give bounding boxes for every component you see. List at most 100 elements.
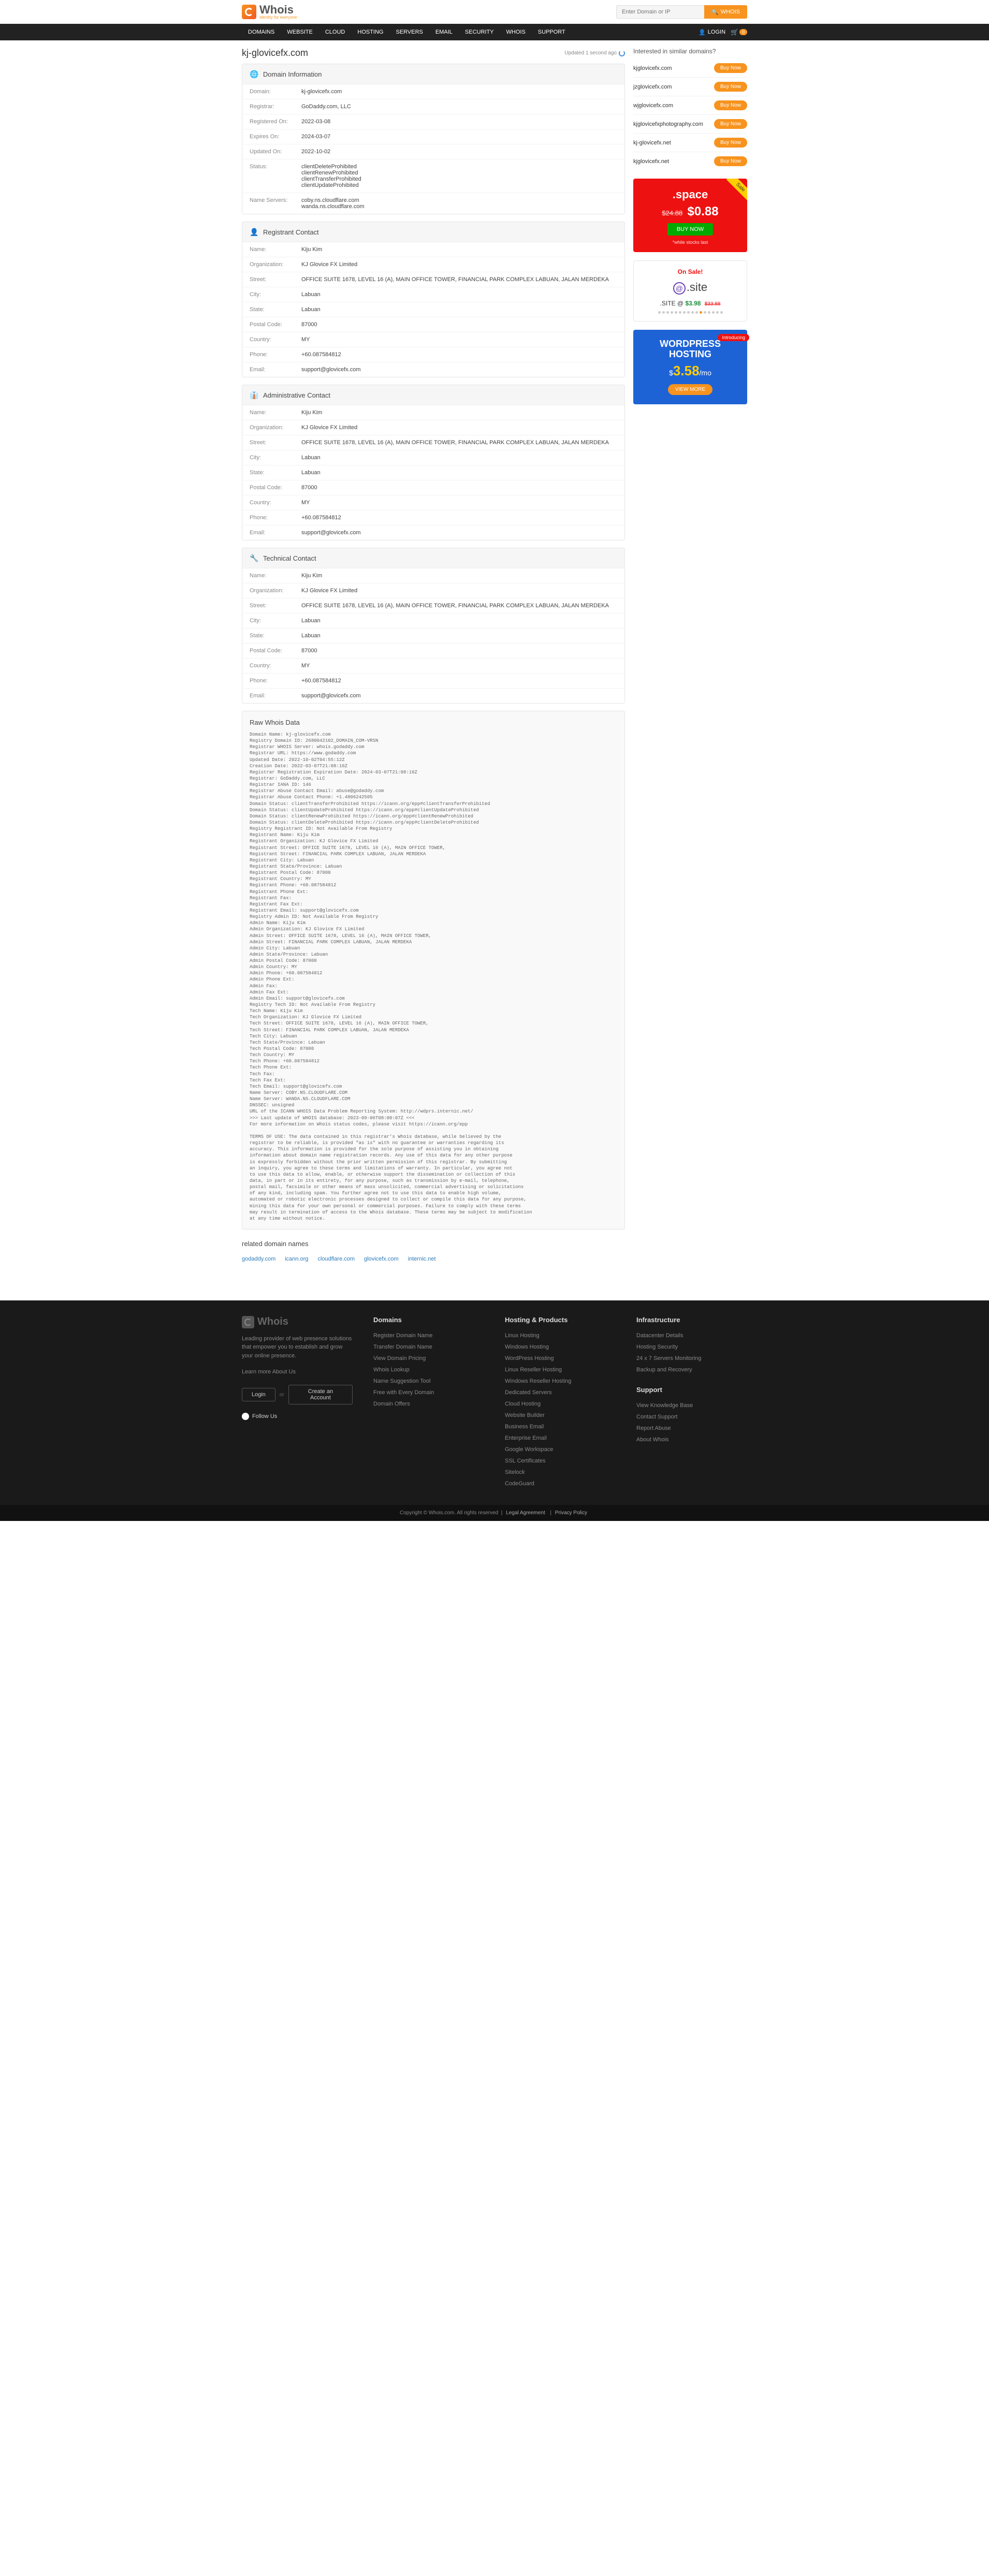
footer-link[interactable]: SSL Certificates: [505, 1455, 616, 1467]
footer-link[interactable]: About Whois: [636, 1434, 747, 1445]
updated-text: Updated 1 second ago: [564, 50, 617, 56]
footer-link[interactable]: Website Builder: [505, 1410, 616, 1421]
contact-panel: 👤Registrant ContactName:Kiju KimOrganiza…: [242, 222, 625, 377]
footer-link[interactable]: Hosting Security: [636, 1341, 747, 1353]
buy-now-button[interactable]: Buy Now: [714, 119, 747, 129]
footer-col-heading: Support: [636, 1386, 747, 1394]
footer-link[interactable]: CodeGuard: [505, 1478, 616, 1489]
related-link[interactable]: internic.net: [408, 1256, 436, 1262]
footer-link[interactable]: Linux Reseller Hosting: [505, 1364, 616, 1375]
contact-value: 87000: [301, 648, 317, 654]
privacy-link[interactable]: Privacy Policy: [555, 1510, 587, 1516]
similar-domain-row: jzglovicefx.comBuy Now: [633, 78, 747, 96]
footer-link[interactable]: WordPress Hosting: [505, 1353, 616, 1364]
footer-link[interactable]: View Domain Pricing: [373, 1353, 484, 1364]
footer-link[interactable]: Domain Offers: [373, 1398, 484, 1410]
footer-link[interactable]: Google Workspace: [505, 1444, 616, 1455]
footer-link[interactable]: Windows Reseller Hosting: [505, 1375, 616, 1387]
promo-wordpress[interactable]: Introducing WORDPRESSHOSTING $3.58/mo VI…: [633, 330, 747, 404]
contact-key: Organization:: [250, 588, 301, 594]
contact-row: Postal Code:87000: [242, 643, 624, 658]
footer-link[interactable]: Cloud Hosting: [505, 1398, 616, 1410]
contact-panel: 👔Administrative ContactName:Kiju KimOrga…: [242, 385, 625, 540]
updated-indicator[interactable]: Updated 1 second ago: [564, 50, 625, 56]
footer-link[interactable]: 24 x 7 Servers Monitoring: [636, 1353, 747, 1364]
similar-domain-row: kjglovicefxphotography.comBuy Now: [633, 115, 747, 134]
footer-link[interactable]: Enterprise Email: [505, 1432, 616, 1444]
footer-link[interactable]: Free with Every Domain: [373, 1387, 484, 1398]
nav-cloud[interactable]: CLOUD: [319, 24, 352, 40]
info-value: GoDaddy.com, LLC: [301, 104, 351, 110]
contact-key: Organization:: [250, 261, 301, 268]
logo-word: Whois: [259, 4, 297, 16]
nav-whois[interactable]: WHOIS: [500, 24, 532, 40]
related-link[interactable]: glovicefx.com: [364, 1256, 399, 1262]
contact-key: Street:: [250, 440, 301, 446]
carousel-dots[interactable]: [639, 311, 741, 314]
domain-search-input[interactable]: [616, 5, 704, 19]
user-icon: 👤: [699, 29, 706, 36]
contact-key: Country:: [250, 663, 301, 669]
buy-now-button[interactable]: Buy Now: [714, 82, 747, 92]
legal-link[interactable]: Legal Agreement: [506, 1510, 545, 1516]
related-link[interactable]: icann.org: [285, 1256, 308, 1262]
contact-row: Name:Kiju Kim: [242, 568, 624, 583]
buy-now-button[interactable]: Buy Now: [714, 63, 747, 73]
buy-now-button[interactable]: Buy Now: [714, 138, 747, 148]
footer-link[interactable]: Contact Support: [636, 1411, 747, 1423]
follow-us[interactable]: Follow Us: [242, 1413, 353, 1420]
contact-row: Email:support@glovicefx.com: [242, 525, 624, 540]
footer-link[interactable]: Backup and Recovery: [636, 1364, 747, 1375]
contact-key: Email:: [250, 367, 301, 373]
footer-link[interactable]: Windows Hosting: [505, 1341, 616, 1353]
footer-link[interactable]: Sitelock: [505, 1467, 616, 1478]
login-link[interactable]: 👤 LOGIN: [699, 29, 725, 36]
search-icon: 🔍: [711, 9, 719, 16]
footer-link[interactable]: Business Email: [505, 1421, 616, 1432]
related-link[interactable]: cloudflare.com: [318, 1256, 355, 1262]
promo-site[interactable]: On Sale! @.site .SITE @ $3.98 $33.88: [633, 260, 747, 321]
related-link[interactable]: godaddy.com: [242, 1256, 275, 1262]
buy-now-button[interactable]: Buy Now: [714, 100, 747, 110]
footer-create-account-button[interactable]: Create an Account: [288, 1385, 353, 1404]
footer-link[interactable]: Register Domain Name: [373, 1330, 484, 1341]
contact-key: Postal Code:: [250, 648, 301, 654]
footer-about-link[interactable]: Learn more About Us: [242, 1366, 353, 1378]
nav-support[interactable]: SUPPORT: [532, 24, 572, 40]
contact-value: +60.087584812: [301, 352, 341, 358]
site-logo[interactable]: Whois Identity for everyone: [242, 4, 297, 20]
footer-link[interactable]: Name Suggestion Tool: [373, 1375, 484, 1387]
contact-panel: 🔧Technical ContactName:Kiju KimOrganizat…: [242, 548, 625, 704]
nav-servers[interactable]: SERVERS: [390, 24, 429, 40]
contact-key: Organization:: [250, 425, 301, 431]
footer-logo-icon: [242, 1316, 254, 1328]
footer-link[interactable]: Datacenter Details: [636, 1330, 747, 1341]
info-key: Name Servers:: [250, 197, 301, 210]
nav-website[interactable]: WEBSITE: [281, 24, 319, 40]
contact-row: Country:MY: [242, 495, 624, 510]
footer-logo[interactable]: Whois: [242, 1316, 353, 1328]
nav-hosting[interactable]: HOSTING: [351, 24, 389, 40]
footer-link[interactable]: Dedicated Servers: [505, 1387, 616, 1398]
promo-buy-now-button[interactable]: BUY NOW: [667, 223, 713, 236]
nav-email[interactable]: EMAIL: [429, 24, 459, 40]
similar-domain-row: wjglovicefx.comBuy Now: [633, 96, 747, 115]
contact-row: Postal Code:87000: [242, 480, 624, 495]
contact-key: Postal Code:: [250, 321, 301, 328]
footer-link[interactable]: Report Abuse: [636, 1423, 747, 1434]
contact-key: Email:: [250, 693, 301, 699]
contact-value: +60.087584812: [301, 515, 341, 521]
nav-security[interactable]: SECURITY: [459, 24, 500, 40]
buy-now-button[interactable]: Buy Now: [714, 156, 747, 166]
footer-link[interactable]: View Knowledge Base: [636, 1400, 747, 1411]
cart-button[interactable]: 🛒 0: [731, 28, 747, 36]
footer-link[interactable]: Whois Lookup: [373, 1364, 484, 1375]
similar-domain-row: kjglovicefx.netBuy Now: [633, 152, 747, 170]
nav-domains[interactable]: DOMAINS: [242, 24, 281, 40]
promo-space[interactable]: Sale .space $24.88 $0.88 BUY NOW *while …: [633, 179, 747, 252]
view-more-button[interactable]: VIEW MORE: [668, 384, 712, 395]
footer-login-button[interactable]: Login: [242, 1388, 275, 1401]
footer-link[interactable]: Transfer Domain Name: [373, 1341, 484, 1353]
footer-link[interactable]: Linux Hosting: [505, 1330, 616, 1341]
whois-search-button[interactable]: 🔍 WHOIS: [704, 5, 747, 19]
